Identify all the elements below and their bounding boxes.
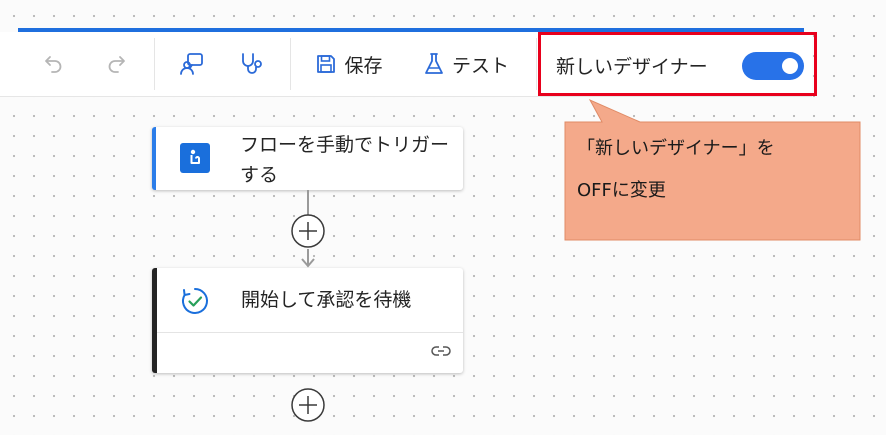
annotation-line-2: OFFに変更 <box>577 180 666 201</box>
annotation-text: 「新しいデザイナー」を OFFに変更 <box>577 128 847 212</box>
connector-arrow-icon <box>301 258 315 268</box>
trigger-step-title: フローを手動でトリガーする <box>240 134 450 186</box>
approval-step-card[interactable]: 開始して承認を待機 <box>152 268 463 373</box>
annotation-line-1: 「新しいデザイナー」を <box>577 138 775 159</box>
add-step-button[interactable] <box>290 213 326 249</box>
manual-trigger-icon <box>180 143 210 173</box>
approval-icon <box>177 283 213 323</box>
card-divider <box>157 332 463 333</box>
link-icon[interactable] <box>431 343 451 362</box>
trigger-step-card[interactable]: フローを手動でトリガーする <box>152 127 463 190</box>
add-step-button-bottom[interactable] <box>290 387 326 423</box>
approval-step-title: 開始して承認を待機 <box>241 289 412 311</box>
